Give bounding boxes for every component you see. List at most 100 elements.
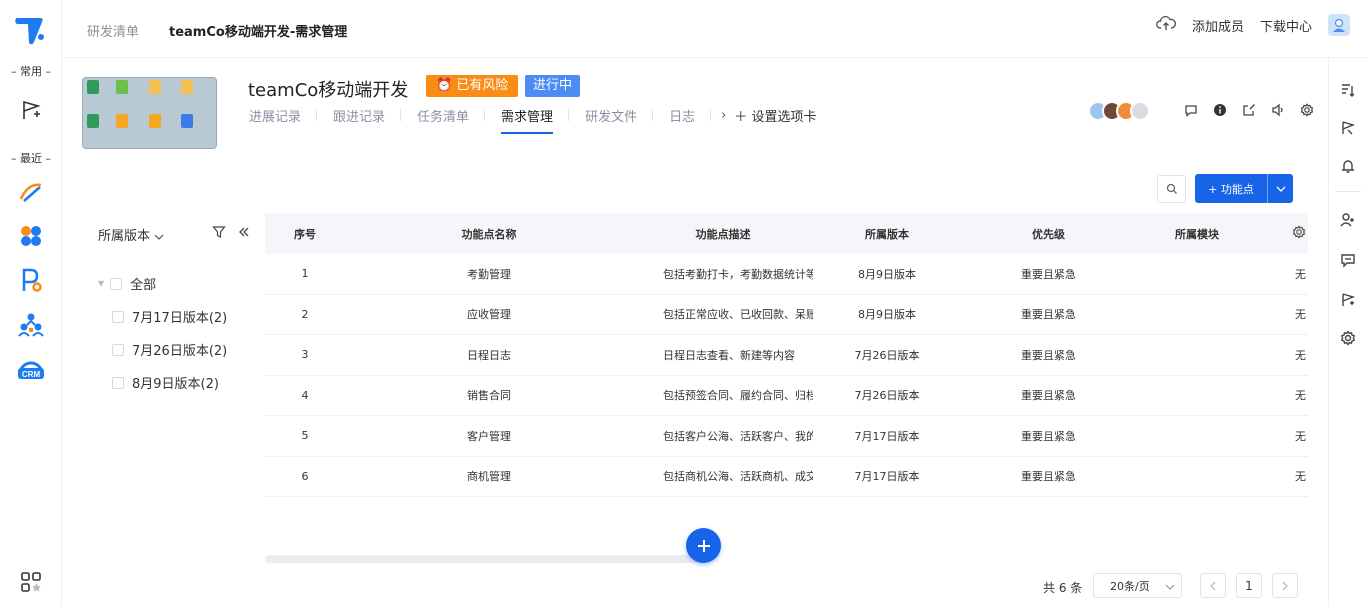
chat-icon[interactable] xyxy=(1338,250,1358,270)
horizontal-scrollbar[interactable] xyxy=(265,555,705,563)
next-page-button[interactable] xyxy=(1272,573,1298,598)
filter-icon[interactable] xyxy=(212,224,226,243)
feature-description: 包括客户公海、活跃客户、我的... xyxy=(663,429,813,443)
project-icon-1[interactable] xyxy=(17,178,45,206)
priority-cell: 重要且紧急 xyxy=(1021,429,1076,443)
checkbox[interactable] xyxy=(110,277,123,290)
tab-settings-label: 设置选项卡 xyxy=(751,110,817,125)
bell-icon[interactable] xyxy=(1338,156,1358,176)
upload-cloud-icon[interactable] xyxy=(1156,15,1176,35)
add-feature-button[interactable]: + 功能点 xyxy=(1195,174,1293,203)
module-cell: 无 xyxy=(1295,389,1306,403)
page-number-button[interactable]: 1 xyxy=(1236,573,1262,598)
module-cell: 无 xyxy=(1295,308,1306,322)
feature-description: 包括正常应收、已收回款、呆账... xyxy=(663,308,813,322)
sort-icon[interactable] xyxy=(1338,80,1358,100)
checkbox[interactable] xyxy=(112,343,124,356)
settings-gear-icon[interactable] xyxy=(1338,328,1358,348)
project-icon-3[interactable] xyxy=(17,266,45,294)
table-body: 1 考勤管理 包括考勤打卡，考勤数据统计等 8月9日版本 重要且紧急无 2 应收管理 包括正常… xyxy=(265,254,1308,497)
chevron-right-icon[interactable]: › xyxy=(711,108,734,123)
section-recent-label: – 最近 – xyxy=(11,152,51,165)
tab-followup[interactable]: 跟进记录 xyxy=(317,106,402,125)
chevron-left-icon xyxy=(1210,581,1216,590)
collapse-panel-icon[interactable] xyxy=(237,224,251,243)
floating-add-button[interactable] xyxy=(686,528,721,563)
search-button[interactable] xyxy=(1157,175,1186,203)
chevron-down-icon xyxy=(1165,580,1175,593)
plus-icon xyxy=(697,539,710,552)
tab-log[interactable]: 日志 xyxy=(653,106,712,125)
tree-node-label: 7月17日版本(2) xyxy=(132,311,228,326)
total-count: 共 6 条 xyxy=(1043,581,1083,595)
row-number: 2 xyxy=(301,307,309,321)
section-common-label: – 常用 – xyxy=(11,65,51,78)
feature-name: 商机管理 xyxy=(467,470,511,484)
crm-icon[interactable]: CRM xyxy=(15,354,47,382)
tab-requirements[interactable]: 需求管理 xyxy=(485,106,570,134)
project-icon-2[interactable] xyxy=(17,222,45,250)
apps-grid-icon[interactable] xyxy=(17,568,45,596)
chevron-right-icon xyxy=(1282,581,1288,590)
info-icon[interactable] xyxy=(1212,102,1228,118)
settings-icon[interactable] xyxy=(1299,102,1315,118)
member-avatars[interactable] xyxy=(1088,101,1150,121)
breadcrumb-parent[interactable]: 研发清单 xyxy=(87,21,139,40)
feature-description: 包括预签合同、履约合同、归档... xyxy=(663,389,813,403)
user-avatar[interactable] xyxy=(1328,14,1350,36)
page-size-value: 20条/页 xyxy=(1110,579,1150,593)
flag-plus-icon[interactable] xyxy=(1338,290,1358,310)
download-center-link[interactable]: 下载中心 xyxy=(1260,16,1312,35)
project-thumbnail[interactable] xyxy=(82,77,217,149)
tab-settings[interactable]: ＋ 设置选项卡 xyxy=(734,106,816,125)
comment-icon[interactable] xyxy=(1183,102,1199,118)
status-tag[interactable]: 进行中 xyxy=(525,75,581,97)
column-settings-icon[interactable] xyxy=(1258,225,1308,242)
table-row[interactable]: 6 商机管理 包括商机公海、活跃商机、成交... 7月17日版本 重要且紧急 无 xyxy=(265,457,1308,497)
checkbox[interactable] xyxy=(112,310,124,323)
more-members-icon xyxy=(1130,101,1150,121)
table-row[interactable]: 5 客户管理 包括客户公海、活跃客户、我的... 7月17日版本 重要且紧急 无 xyxy=(265,416,1308,457)
right-rail xyxy=(1328,58,1366,607)
add-member-link[interactable]: 添加成员 xyxy=(1192,16,1244,35)
search-icon xyxy=(1166,183,1177,194)
row-number: 1 xyxy=(301,267,309,281)
table-row[interactable]: 2 应收管理 包括正常应收、已收回款、呆账... 8月9日版本 重要且紧急 无 xyxy=(265,295,1308,335)
chevron-down-icon xyxy=(154,229,164,244)
risk-tag[interactable]: ⏰ 已有风险 xyxy=(426,75,519,97)
tree-node-all[interactable]: ▼ 全部 xyxy=(98,274,156,293)
app-logo[interactable] xyxy=(12,12,48,48)
row-number: 5 xyxy=(301,429,309,443)
dislike-flag-icon[interactable] xyxy=(1338,118,1358,138)
tree-node-version[interactable]: 8月9日版本(2) xyxy=(112,373,219,392)
tree-node-version[interactable]: 7月26日版本(2) xyxy=(112,340,227,359)
tab-dev-files[interactable]: 研发文件 xyxy=(569,106,654,125)
team-icon[interactable] xyxy=(17,310,45,338)
caret-down-icon[interactable]: ▼ xyxy=(98,279,104,288)
tree-node-version[interactable]: 7月17日版本(2) xyxy=(112,307,227,326)
column-header: 功能点名称 xyxy=(461,227,517,241)
priority-cell: 重要且紧急 xyxy=(1021,348,1076,362)
table-row[interactable]: 1 考勤管理 包括考勤打卡，考勤数据统计等 8月9日版本 重要且紧急 无 xyxy=(265,254,1308,295)
tree-node-label: 全部 xyxy=(130,278,157,293)
alarm-clock-icon: ⏰ xyxy=(436,78,453,93)
checkbox[interactable] xyxy=(112,376,124,389)
module-cell: 无 xyxy=(1295,267,1306,281)
tree-node-label: 8月9日版本(2) xyxy=(132,377,219,392)
table-row[interactable]: 3 日程日志 日程日志查看、新建等内容 7月26日版本 重要且紧急 无 xyxy=(265,335,1308,376)
table-row[interactable]: 4 销售合同 包括预签合同、履约合同、归档... 7月26日版本 重要且紧急 无 xyxy=(265,376,1308,416)
chevron-down-icon[interactable] xyxy=(1267,174,1293,203)
prev-page-button[interactable] xyxy=(1200,573,1226,598)
tab-progress[interactable]: 进展记录 xyxy=(249,106,318,125)
column-header: 所属版本 xyxy=(865,227,909,241)
edit-icon[interactable] xyxy=(1241,102,1257,118)
feature-name: 客户管理 xyxy=(467,429,511,443)
version-filter-dropdown[interactable]: 所属版本 xyxy=(98,225,164,244)
flag-add-icon[interactable] xyxy=(17,96,45,124)
tab-tasks[interactable]: 任务清单 xyxy=(401,106,486,125)
row-number: 3 xyxy=(301,348,309,362)
speaker-icon[interactable] xyxy=(1270,102,1286,118)
top-actions: 添加成员 下载中心 xyxy=(1156,14,1350,36)
add-user-icon[interactable] xyxy=(1338,210,1358,230)
page-size-select[interactable]: 20条/页 xyxy=(1093,573,1182,598)
